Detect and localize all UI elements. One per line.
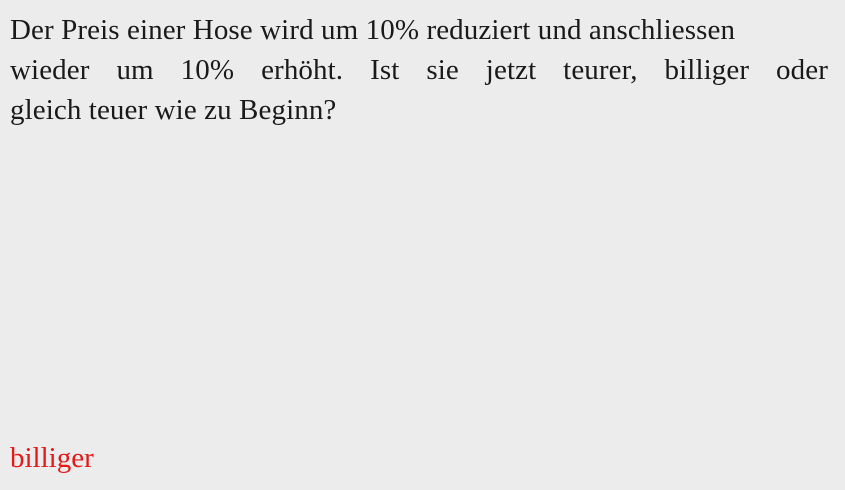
answer-text: billiger [10, 442, 94, 474]
question-line-3: gleich teuer wie zu Beginn? [10, 94, 337, 126]
question-line-2: wieder um 10% erhöht. Ist sie jetzt teur… [10, 54, 828, 86]
question-text: Der Preis einer Hose wird um 10% reduzie… [10, 10, 845, 130]
question-line-1: Der Preis einer Hose wird um 10% reduzie… [10, 14, 736, 46]
